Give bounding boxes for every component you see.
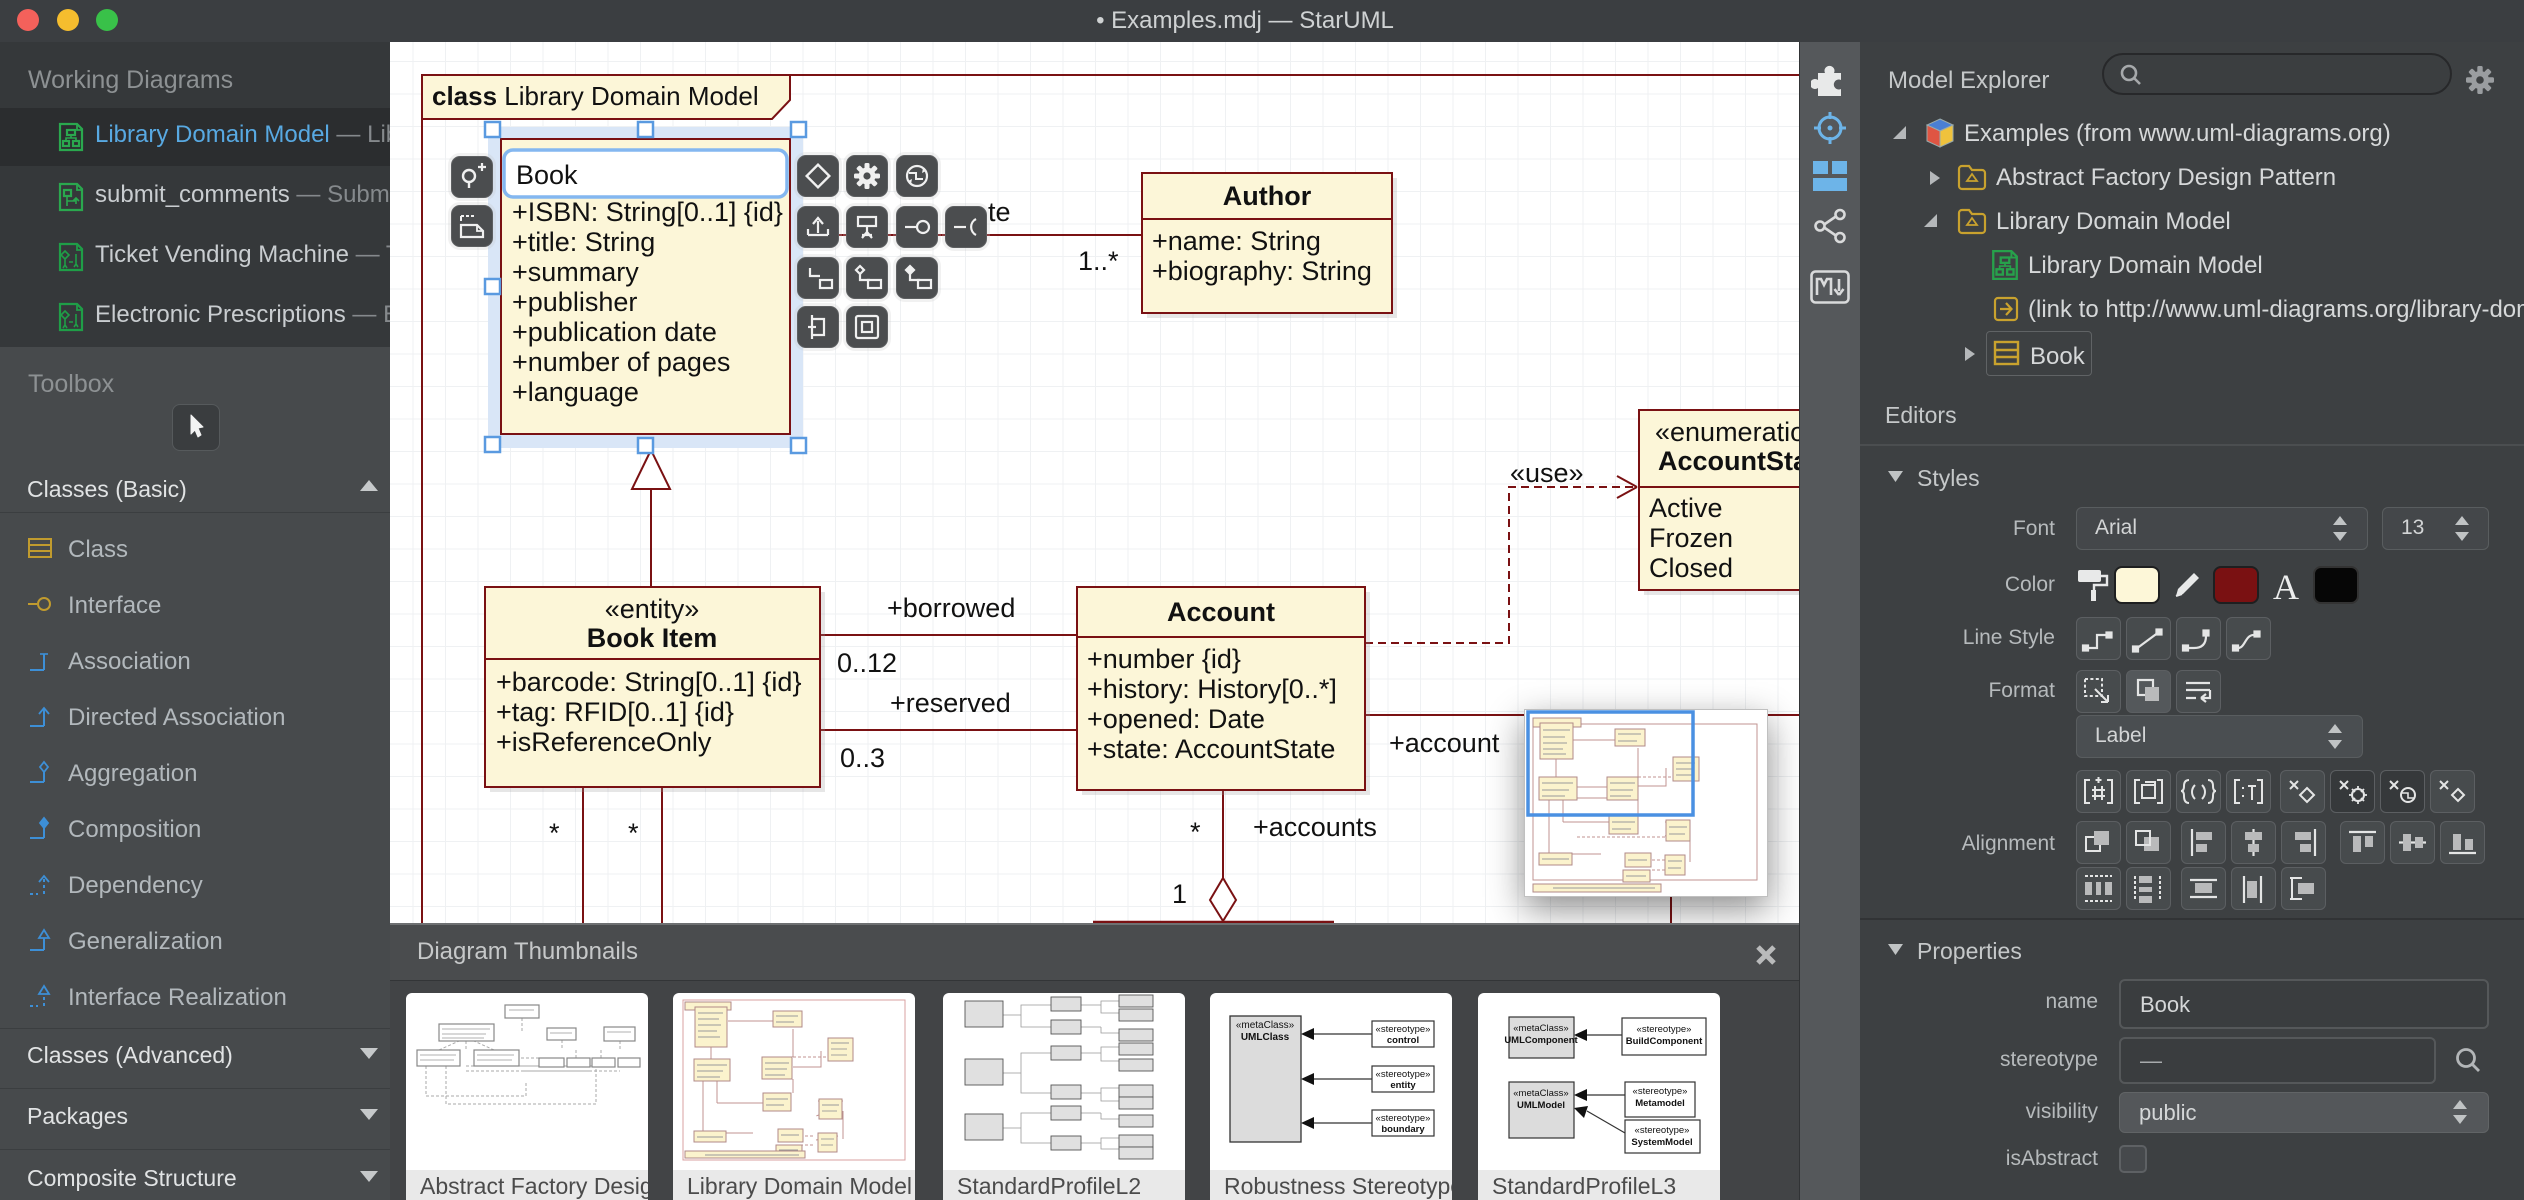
- svg-text:UMLComponent: UMLComponent: [1504, 1035, 1578, 1046]
- svg-text:1: 1: [1172, 879, 1187, 909]
- svg-text:«use»: «use»: [1510, 458, 1584, 488]
- svg-text:+tag: RFID[0..1] {id}: +tag: RFID[0..1] {id}: [496, 697, 734, 727]
- svg-text:+state: AccountState: +state: AccountState: [1087, 734, 1335, 764]
- svg-text:«metaClass»: «metaClass»: [1236, 1020, 1295, 1031]
- svg-text:Author: Author: [1223, 181, 1312, 211]
- svg-text:«metaClass»: «metaClass»: [1513, 1023, 1568, 1034]
- svg-text:+publisher: +publisher: [512, 287, 637, 317]
- svg-text:«stereotype»: «stereotype»: [1376, 1113, 1431, 1124]
- svg-text:+borrowed: +borrowed: [887, 593, 1015, 623]
- svg-text:+language: +language: [512, 377, 639, 407]
- svg-text:+title: String: +title: String: [512, 227, 655, 257]
- svg-text:+barcode: String[0..1] {id}: +barcode: String[0..1] {id}: [496, 667, 801, 697]
- svg-text:«stereotype»: «stereotype»: [1635, 1125, 1690, 1136]
- svg-text:«entity»: «entity»: [605, 594, 700, 624]
- svg-text:UMLModel: UMLModel: [1517, 1100, 1565, 1111]
- svg-text:«stereotype»: «stereotype»: [1633, 1086, 1688, 1097]
- svg-text:«stereotype»: «stereotype»: [1376, 1069, 1431, 1080]
- svg-text:1..*: 1..*: [1078, 246, 1119, 276]
- svg-text:control: control: [1387, 1035, 1419, 1046]
- svg-text:+accounts: +accounts: [1253, 812, 1377, 842]
- svg-text:AccountSta: AccountSta: [1658, 446, 1799, 476]
- svg-text:+biography: String: +biography: String: [1152, 256, 1372, 286]
- svg-text:+account: +account: [1389, 728, 1500, 758]
- svg-text:0..12: 0..12: [837, 648, 897, 678]
- svg-text:*: *: [549, 818, 560, 848]
- svg-text:te: te: [988, 197, 1011, 227]
- svg-text:Book Item: Book Item: [587, 623, 718, 653]
- svg-text:+ISBN: String[0..1] {id}: +ISBN: String[0..1] {id}: [512, 197, 783, 227]
- svg-text:SystemModel: SystemModel: [1631, 1137, 1692, 1148]
- svg-text:+history: History[0..*]: +history: History[0..*]: [1087, 674, 1337, 704]
- svg-text:Frozen: Frozen: [1649, 523, 1733, 553]
- svg-text:BuildComponent: BuildComponent: [1626, 1036, 1703, 1047]
- svg-text:entity: entity: [1390, 1080, 1416, 1091]
- svg-text:+isReferenceOnly: +isReferenceOnly: [496, 727, 712, 757]
- svg-text:Active: Active: [1649, 493, 1723, 523]
- svg-text:+name: String: +name: String: [1152, 226, 1321, 256]
- svg-text:Book: Book: [516, 160, 578, 190]
- svg-text:Metamodel: Metamodel: [1635, 1098, 1685, 1109]
- svg-text:boundary: boundary: [1381, 1124, 1425, 1135]
- svg-text:+number {id}: +number {id}: [1087, 644, 1241, 674]
- svg-text:+publication date: +publication date: [512, 317, 717, 347]
- svg-text:+number of pages: +number of pages: [512, 347, 730, 377]
- svg-text:«stereotype»: «stereotype»: [1637, 1024, 1692, 1035]
- svg-text:+reserved: +reserved: [890, 688, 1011, 718]
- svg-text:0..3: 0..3: [840, 743, 885, 773]
- svg-text:UMLClass: UMLClass: [1241, 1032, 1290, 1043]
- svg-text:«metaClass»: «metaClass»: [1513, 1088, 1568, 1099]
- svg-text:Closed: Closed: [1649, 553, 1733, 583]
- svg-text:class Library Domain Model: class Library Domain Model: [432, 81, 759, 111]
- svg-text:«enumeratio: «enumeratio: [1655, 417, 1799, 447]
- svg-text:*: *: [628, 818, 639, 848]
- svg-text:+summary: +summary: [512, 257, 639, 287]
- svg-text:+opened: Date: +opened: Date: [1087, 704, 1265, 734]
- svg-text:Account: Account: [1167, 597, 1275, 627]
- svg-text:«stereotype»: «stereotype»: [1376, 1024, 1431, 1035]
- svg-text:*: *: [1190, 817, 1201, 847]
